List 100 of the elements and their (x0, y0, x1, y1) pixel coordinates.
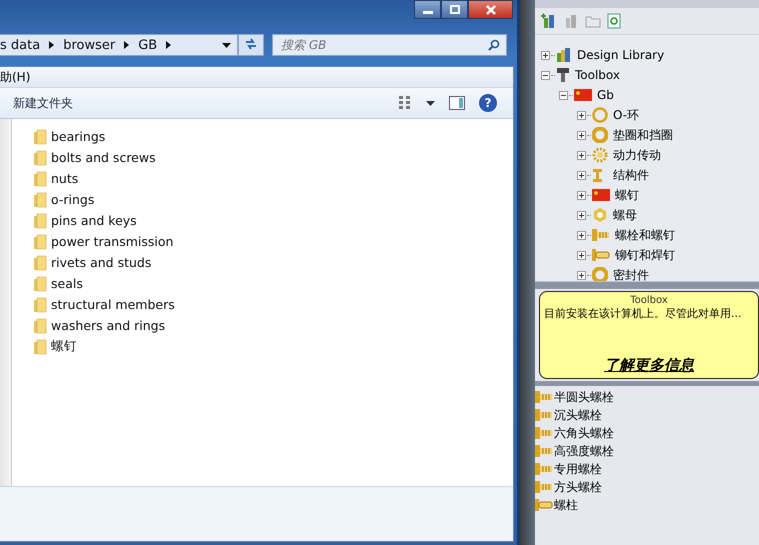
tree-item[interactable]: 铆钉和焊钉 (615, 246, 675, 264)
rivet-icon (535, 499, 553, 511)
folder-icon (33, 318, 47, 334)
flag-icon (574, 89, 592, 101)
part-item[interactable]: 专用螺栓 (535, 460, 759, 478)
search-field[interactable]: 搜索 GB (272, 34, 507, 56)
refresh-icon (244, 38, 258, 50)
folder-item[interactable]: structural members (33, 294, 175, 315)
tree-item[interactable]: 螺栓和螺钉 (615, 226, 675, 244)
tree-item[interactable]: O-环 (613, 106, 640, 124)
add-library-icon[interactable] (541, 13, 557, 29)
breadcrumb-item[interactable]: GB (138, 38, 158, 52)
screw-icon (556, 67, 570, 83)
flag-icon (592, 189, 610, 201)
nut-icon (592, 207, 608, 223)
refresh-button[interactable] (238, 34, 264, 56)
folder-icon (33, 338, 47, 354)
chevron-right-icon (49, 41, 54, 49)
ring-icon (592, 107, 608, 123)
collapse-toggle[interactable] (559, 90, 568, 100)
tree-item[interactable]: 结构件 (613, 166, 649, 184)
expand-toggle[interactable] (541, 50, 550, 60)
tree-item[interactable]: 动力传动 (613, 146, 661, 164)
preview-pane-icon[interactable] (449, 96, 465, 110)
expand-toggle[interactable] (577, 230, 586, 240)
folder-item[interactable]: rivets and studs (33, 252, 175, 273)
expand-toggle[interactable] (577, 190, 586, 200)
folder-item[interactable]: bolts and screws (33, 147, 175, 168)
part-item[interactable]: 半圆头螺栓 (535, 388, 759, 406)
tree-item[interactable]: Gb (597, 88, 614, 102)
chevron-right-icon (124, 41, 130, 49)
tree-item[interactable]: 螺钉 (615, 186, 639, 204)
bolt-icon (535, 427, 553, 439)
folder-icon (33, 212, 47, 228)
bolt-icon (592, 229, 610, 241)
expand-toggle[interactable] (577, 170, 586, 180)
folder-item[interactable]: washers and rings (33, 315, 175, 336)
expand-toggle[interactable] (577, 250, 586, 260)
expand-toggle[interactable] (577, 150, 586, 160)
breadcrumb-item[interactable]: browser (63, 38, 116, 52)
maximize-icon (450, 5, 460, 14)
bolt-icon (535, 391, 553, 403)
bolt-icon (535, 463, 553, 475)
books-icon (556, 47, 572, 63)
folder-item[interactable]: power transmission (33, 231, 175, 252)
folder-item[interactable]: nuts (33, 168, 175, 189)
ring-icon (592, 127, 608, 143)
scrollbar[interactable] (0, 119, 12, 486)
new-folder-button[interactable]: 新建文件夹 (0, 90, 73, 116)
part-item[interactable]: 螺柱 (535, 496, 759, 514)
part-item[interactable]: 六角头螺栓 (535, 424, 759, 442)
search-icon (488, 39, 500, 51)
breadcrumb-item[interactable]: s data (0, 38, 40, 52)
expand-toggle[interactable] (577, 130, 586, 140)
folder-icon (33, 192, 47, 208)
bolt-icon (535, 481, 553, 493)
folder-icon (33, 296, 47, 312)
address-bar[interactable]: s data browser GB (0, 34, 238, 56)
expand-toggle[interactable] (577, 270, 586, 280)
dropdown-icon[interactable] (426, 100, 435, 106)
dropdown-icon (222, 42, 231, 48)
folder-icon (33, 150, 47, 166)
tree-item[interactable]: Toolbox (575, 68, 620, 82)
folder-icon (33, 170, 47, 186)
tree-item[interactable]: 垫圈和挡圈 (613, 126, 673, 144)
part-item[interactable]: 沉头螺栓 (535, 406, 759, 424)
close-icon (486, 4, 496, 14)
view-icon[interactable] (398, 96, 412, 110)
ring-icon (592, 267, 608, 281)
rivet-icon (592, 249, 610, 261)
folder-item[interactable]: bearings (33, 126, 175, 147)
folder-icon (33, 254, 47, 270)
help-button[interactable]: ? (479, 94, 497, 112)
bolt-icon (535, 445, 553, 457)
expand-toggle[interactable] (577, 210, 586, 220)
refresh-icon[interactable] (607, 13, 621, 29)
learn-more-link[interactable]: 了解更多信息 (604, 356, 694, 375)
maximize-button[interactable] (441, 0, 468, 19)
folder-icon (33, 276, 47, 292)
part-item[interactable]: 高强度螺栓 (535, 442, 759, 460)
folder-item[interactable]: o-rings (33, 189, 175, 210)
expand-toggle[interactable] (577, 110, 586, 120)
tree-item[interactable]: 螺母 (613, 206, 637, 224)
folder-item[interactable]: 螺钉 (33, 336, 175, 357)
folder-icon (33, 234, 47, 250)
chevron-right-icon (166, 41, 172, 49)
tree-item[interactable]: Design Library (577, 48, 664, 62)
tooltip-text: 目前安装在该计算机上。尽管此对单用... (544, 306, 742, 321)
folder-item[interactable]: seals (33, 273, 175, 294)
folder-item[interactable]: pins and keys (33, 210, 175, 231)
collapse-toggle[interactable] (541, 70, 550, 80)
bolt-icon (535, 409, 553, 421)
menu-item[interactable]: 助(H) (0, 68, 30, 86)
tree-item[interactable]: 密封件 (613, 266, 649, 281)
part-item[interactable]: 方头螺栓 (535, 478, 759, 496)
close-button[interactable] (468, 0, 513, 19)
tooltip-title: Toolbox (630, 295, 668, 306)
gear-icon (592, 147, 608, 163)
folder-icon (33, 128, 47, 144)
minimize-button[interactable] (414, 0, 441, 19)
